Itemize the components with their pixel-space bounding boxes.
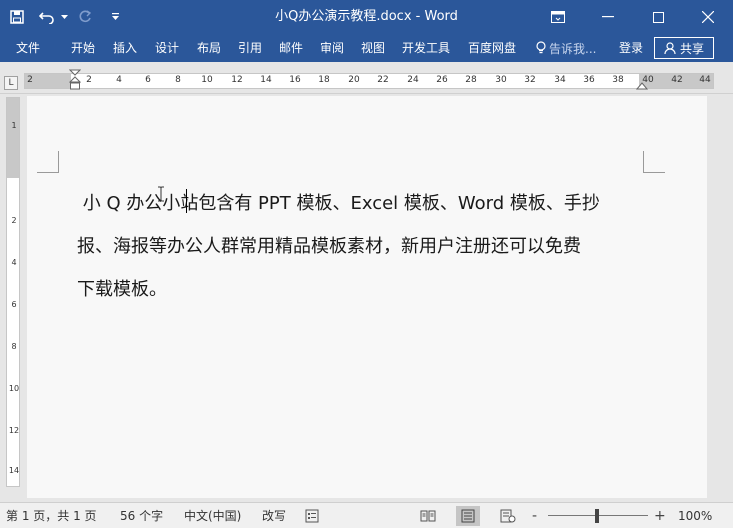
tab-layout[interactable]: 布局 <box>197 34 221 62</box>
vertical-scrollbar[interactable] <box>714 94 733 502</box>
lightbulb-icon <box>536 41 546 54</box>
close-icon <box>702 11 714 23</box>
ruler-label: 4 <box>116 75 122 85</box>
tab-mailings[interactable]: 邮件 <box>279 34 303 62</box>
chevron-down-icon <box>60 14 68 19</box>
share-label: 共享 <box>679 41 704 56</box>
status-bar: 第 1 页，共 1 页 56 个字 中文(中国) 改写 - + 100% <box>0 502 733 528</box>
book-icon <box>420 510 436 522</box>
ruler-label: 2 <box>27 75 33 85</box>
undo-button[interactable] <box>34 4 60 30</box>
ruler-label: 42 <box>671 75 683 85</box>
right-indent-marker[interactable] <box>636 80 648 90</box>
tab-file[interactable]: 文件 <box>16 34 40 62</box>
ribbon-display-icon <box>551 11 565 23</box>
ribbon-tabs: 文件 开始 插入 设计 布局 引用 邮件 审阅 视图 开发工具 百度网盘 告诉我… <box>0 34 733 62</box>
ruler-label: 36 <box>583 75 595 85</box>
minimize-button[interactable] <box>583 0 633 34</box>
tab-developer[interactable]: 开发工具 <box>402 34 450 62</box>
vruler-label: 14 <box>8 466 20 475</box>
tell-me-box[interactable]: 告诉我... <box>536 34 596 62</box>
ruler-label: 22 <box>377 75 389 85</box>
page-layout-icon <box>461 509 475 523</box>
title-bar: 小Q办公演示教程.docx - Word <box>0 0 733 34</box>
vruler-label: 1 <box>11 121 17 130</box>
tell-me-text: 告诉我... <box>549 41 597 56</box>
ruler-label: 34 <box>554 75 566 85</box>
web-layout-button[interactable] <box>496 506 520 526</box>
tab-references[interactable]: 引用 <box>238 34 262 62</box>
word-count[interactable]: 56 个字 <box>120 503 163 528</box>
tab-insert[interactable]: 插入 <box>113 34 137 62</box>
ruler-label: 16 <box>289 75 301 85</box>
save-button[interactable] <box>4 4 30 30</box>
minimize-icon <box>602 16 614 18</box>
tab-design[interactable]: 设计 <box>155 34 179 62</box>
top-margin-area <box>7 98 19 178</box>
ruler-label: 18 <box>318 75 330 85</box>
document-line: 下载模板。 <box>77 279 167 300</box>
vruler-label: 12 <box>8 426 20 435</box>
ibeam-cursor-icon <box>158 186 164 202</box>
vruler-label: 6 <box>11 300 17 309</box>
read-mode-button[interactable] <box>416 506 440 526</box>
ribbon-display-options-button[interactable] <box>533 0 583 34</box>
ruler-label: 32 <box>524 75 536 85</box>
text-caret <box>186 189 187 213</box>
zoom-in-button[interactable]: + <box>654 503 666 528</box>
tab-selector[interactable]: L <box>4 76 18 90</box>
ruler-label: 20 <box>348 75 360 85</box>
ruler-label: 28 <box>465 75 477 85</box>
window-controls <box>533 0 733 34</box>
tab-view[interactable]: 视图 <box>361 34 385 62</box>
ruler-label: 24 <box>407 75 419 85</box>
ruler-label: 38 <box>612 75 624 85</box>
ruler-label: 30 <box>495 75 507 85</box>
maximize-icon <box>652 11 664 23</box>
share-button[interactable]: 共享 <box>654 37 714 59</box>
horizontal-ruler[interactable]: 2 2 4 6 8 10 12 14 16 18 20 22 24 26 28 … <box>24 73 714 89</box>
ruler-label: 26 <box>436 75 448 85</box>
customize-qat-button[interactable] <box>102 4 128 30</box>
print-layout-button[interactable] <box>456 506 480 526</box>
quick-access-toolbar <box>0 0 128 34</box>
zoom-out-button[interactable]: - <box>532 503 537 528</box>
macro-record-button[interactable] <box>305 503 319 528</box>
margin-corner-top-left <box>37 151 59 173</box>
margin-corner-top-right <box>643 151 665 173</box>
vruler-label: 8 <box>11 342 17 351</box>
save-icon <box>10 10 24 24</box>
close-button[interactable] <box>683 0 733 34</box>
vruler-label: 2 <box>11 216 17 225</box>
document-line: 报、海报等办公人群常用精品模板素材，新用户注册还可以免费 <box>77 236 581 257</box>
ruler-label: 6 <box>145 75 151 85</box>
ruler-label: 10 <box>201 75 213 85</box>
tab-baidu-netdisk[interactable]: 百度网盘 <box>468 34 516 62</box>
ruler-label: 44 <box>699 75 711 85</box>
redo-icon <box>79 10 92 23</box>
zoom-level[interactable]: 100% <box>678 503 712 528</box>
vruler-label: 10 <box>8 384 20 393</box>
undo-dropdown[interactable] <box>60 4 68 30</box>
zoom-slider-thumb[interactable] <box>595 509 599 523</box>
login-link[interactable]: 登录 <box>619 34 643 62</box>
macro-record-icon <box>305 509 319 523</box>
customize-chevron-icon <box>111 13 119 20</box>
tab-home[interactable]: 开始 <box>71 34 95 62</box>
vertical-ruler[interactable]: 1 2 4 6 8 10 12 14 <box>6 97 20 487</box>
tab-review[interactable]: 审阅 <box>320 34 344 62</box>
vruler-label: 4 <box>11 258 17 267</box>
overtype-mode[interactable]: 改写 <box>262 503 286 528</box>
redo-button[interactable] <box>72 4 98 30</box>
language-indicator[interactable]: 中文(中国) <box>184 503 241 528</box>
undo-icon <box>39 12 54 24</box>
page-count[interactable]: 第 1 页，共 1 页 <box>6 503 97 528</box>
ruler-label: 8 <box>175 75 181 85</box>
ruler-label: 2 <box>86 75 92 85</box>
ruler-label: 14 <box>260 75 272 85</box>
person-icon <box>664 41 676 54</box>
ruler-label: 12 <box>231 75 243 85</box>
web-layout-icon <box>500 509 516 523</box>
maximize-button[interactable] <box>633 0 683 34</box>
